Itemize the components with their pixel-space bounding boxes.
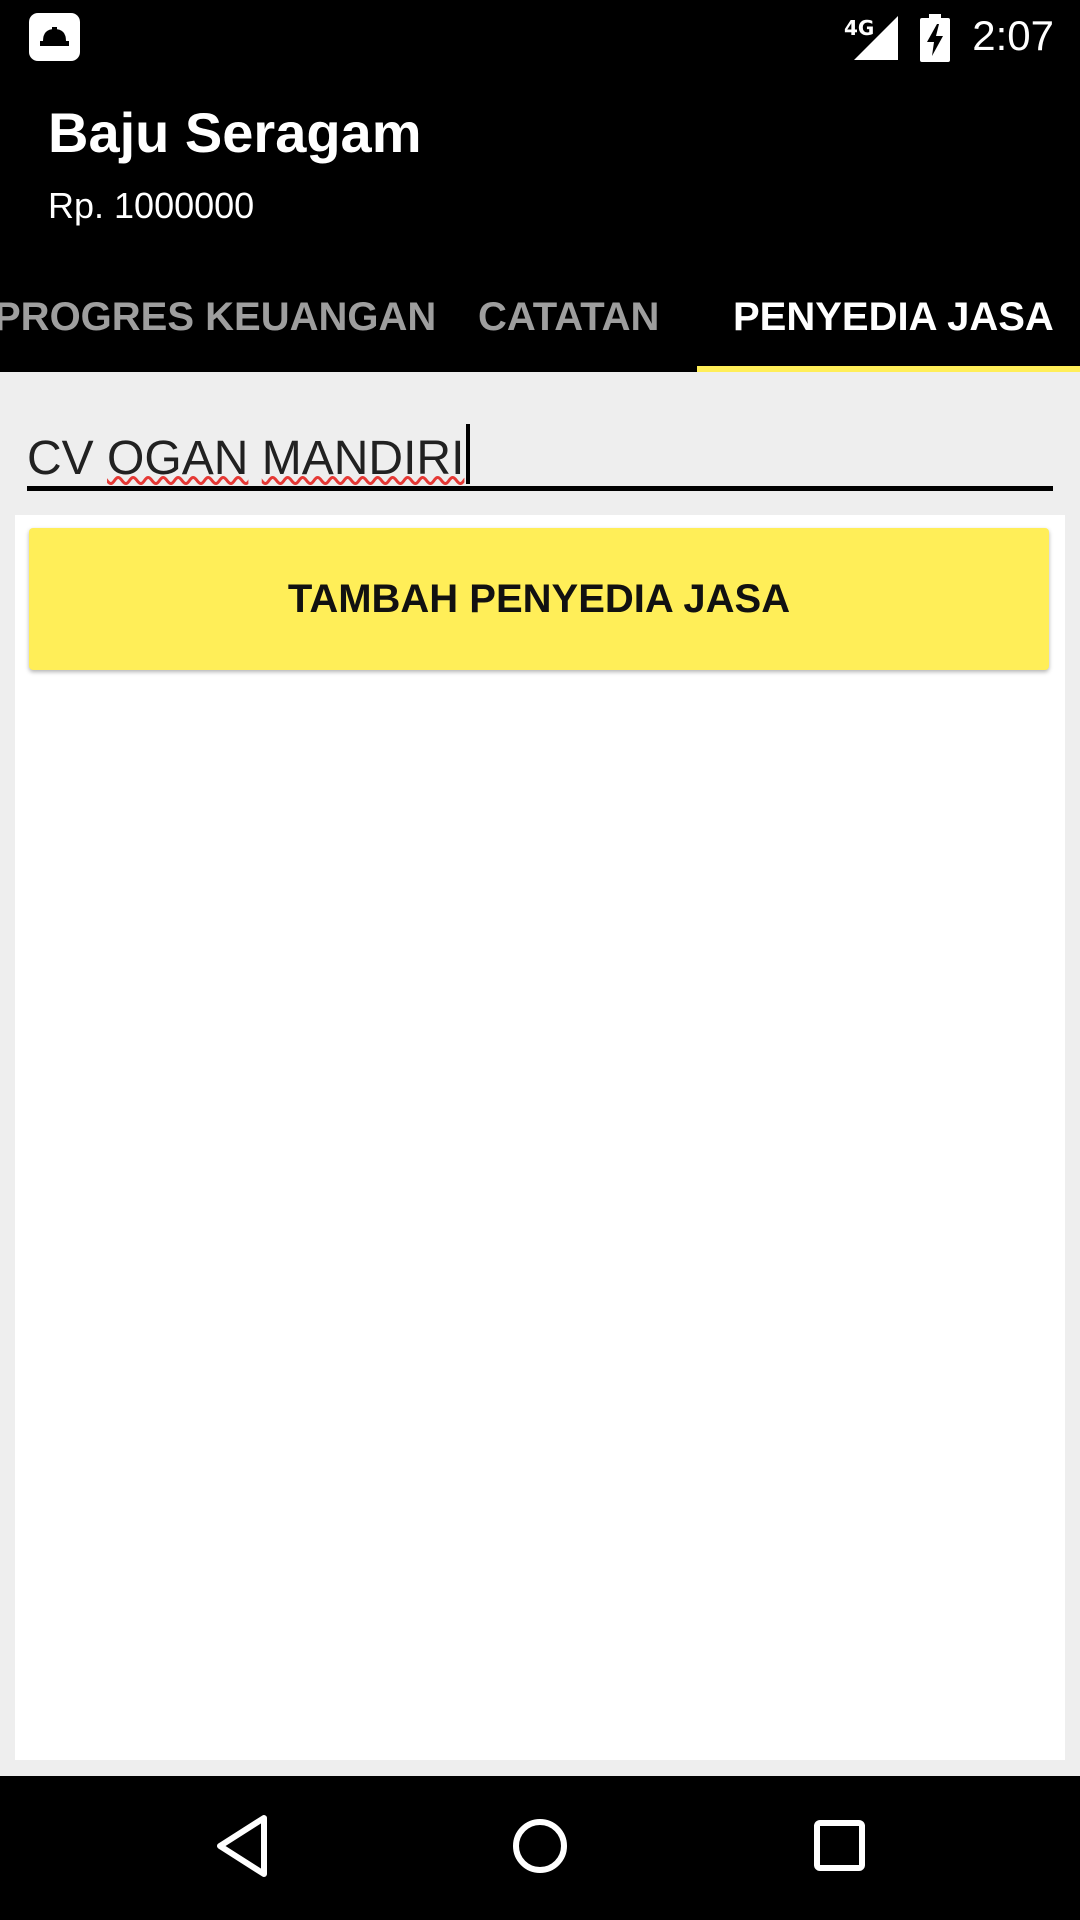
input-underline xyxy=(27,486,1053,491)
input-word-misspelled: MANDIRI xyxy=(261,432,465,485)
tab-progres-keuangan[interactable]: PROGRES KEUANGAN xyxy=(0,265,436,372)
tab-catatan[interactable]: CATATAN xyxy=(478,265,659,372)
provider-name-input[interactable]: CV OGAN MANDIRI xyxy=(27,424,471,486)
input-word-misspelled: OGAN xyxy=(107,432,249,485)
status-bar: 4G 2:07 xyxy=(0,0,1080,75)
page-title: Baju Seragam xyxy=(48,101,422,164)
home-icon[interactable] xyxy=(510,1812,570,1880)
tab-penyedia-jasa[interactable]: PENYEDIA JASA xyxy=(733,265,1054,372)
clock: 2:07 xyxy=(972,12,1054,59)
screen: 4G 2:07 Baju Seragam Rp. 1000000 PROGRES… xyxy=(0,0,1080,1920)
content-panel: TAMBAH PENYEDIA JASA xyxy=(15,515,1065,1760)
recents-icon[interactable] xyxy=(812,1812,868,1880)
text-cursor xyxy=(466,424,471,484)
tab-bar: PROGRES KEUANGAN CATATAN PENYEDIA JASA xyxy=(0,265,1080,372)
app-bar: Baju Seragam Rp. 1000000 PROGRES KEUANGA… xyxy=(0,75,1080,372)
budget-amount: Rp. 1000000 xyxy=(48,185,255,226)
navigation-bar xyxy=(0,1776,1080,1920)
tab-indicator xyxy=(697,366,1080,372)
provider-name-field[interactable]: CV OGAN MANDIRI xyxy=(27,410,1053,491)
battery-charging-icon xyxy=(920,14,950,62)
input-word: CV xyxy=(27,432,94,485)
hard-hat-icon xyxy=(29,13,80,61)
add-provider-button[interactable]: TAMBAH PENYEDIA JASA xyxy=(29,528,1049,670)
cell-signal-icon xyxy=(854,16,898,60)
back-icon[interactable] xyxy=(214,1812,270,1880)
